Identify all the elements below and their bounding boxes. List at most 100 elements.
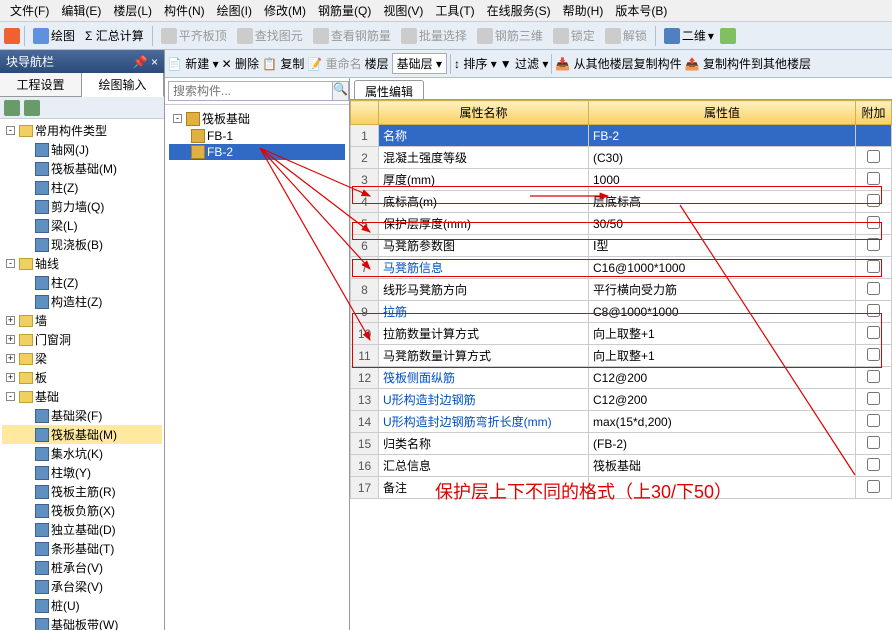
menu-item[interactable]: 编辑(E) (55, 0, 107, 21)
prop-extra[interactable] (856, 323, 892, 345)
prop-name[interactable]: 筏板侧面纵筋 (379, 367, 589, 389)
grid-row[interactable]: 2混凝土强度等级(C30) (351, 147, 892, 169)
grid-row[interactable]: 7马凳筋信息C16@1000*1000 (351, 257, 892, 279)
btn-level[interactable]: 平齐板顶 (157, 25, 231, 46)
tree-node[interactable]: 柱(Z) (2, 178, 162, 197)
expand-icon[interactable]: - (6, 259, 15, 268)
tree-node[interactable]: + 梁 (2, 349, 162, 368)
prop-value[interactable]: 平行横向受力筋 (589, 279, 856, 301)
prop-value[interactable]: 层底标高 (589, 191, 856, 213)
prop-name[interactable]: 拉筋 (379, 301, 589, 323)
icon-generic[interactable] (720, 28, 736, 44)
tree-node[interactable]: 柱墩(Y) (2, 463, 162, 482)
grid-row[interactable]: 8线形马凳筋方向平行横向受力筋 (351, 279, 892, 301)
prop-name[interactable]: 马凳筋参数图 (379, 235, 589, 257)
menu-item[interactable]: 工具(T) (429, 0, 480, 21)
tab-prop-edit[interactable]: 属性编辑 (354, 80, 424, 99)
prop-extra[interactable] (856, 125, 892, 147)
btn-3d[interactable]: 钢筋三维 (473, 25, 547, 46)
prop-value[interactable]: 向上取整+1 (589, 345, 856, 367)
tree-node[interactable]: 独立基础(D) (2, 520, 162, 539)
expand-icon[interactable]: + (6, 335, 15, 344)
tree-node[interactable]: 筏板基础(M) (2, 425, 162, 444)
grid-row[interactable]: 3厚度(mm)1000 (351, 169, 892, 191)
prop-name[interactable]: 归类名称 (379, 433, 589, 455)
instance-node[interactable]: - 筏板基础 (169, 109, 345, 128)
btn-sum[interactable]: Σ 汇总计算 (81, 25, 148, 46)
prop-value[interactable]: 30/50 (589, 213, 856, 235)
pin-icon[interactable]: 📌 × (133, 55, 158, 69)
prop-extra[interactable] (856, 367, 892, 389)
prop-extra[interactable] (856, 147, 892, 169)
prop-value[interactable]: 1000 (589, 169, 856, 191)
grid-row[interactable]: 11马凳筋数量计算方式向上取整+1 (351, 345, 892, 367)
tree-node[interactable]: 现浇板(B) (2, 235, 162, 254)
btn-copyfrom[interactable]: 📥 从其他楼层复制构件 (555, 55, 681, 72)
expand-icon[interactable]: - (173, 114, 182, 123)
menu-item[interactable]: 绘图(I) (211, 0, 258, 21)
prop-value[interactable]: C16@1000*1000 (589, 257, 856, 279)
btn-unlock[interactable]: 解锁 (601, 25, 651, 46)
prop-value[interactable]: max(15*d,200) (589, 411, 856, 433)
prop-name[interactable]: U形构造封边钢筋 (379, 389, 589, 411)
btn-copyto[interactable]: 📤 复制构件到其他楼层 (685, 55, 811, 72)
prop-value[interactable] (589, 477, 856, 499)
prop-extra[interactable] (856, 389, 892, 411)
menu-item[interactable]: 楼层(L) (107, 0, 158, 21)
prop-extra[interactable] (856, 345, 892, 367)
tree-node[interactable]: 轴网(J) (2, 140, 162, 159)
prop-value[interactable]: C12@200 (589, 367, 856, 389)
tree-node[interactable]: 筏板基础(M) (2, 159, 162, 178)
btn-del[interactable]: ✕ 删除 (222, 55, 259, 72)
search-button[interactable]: 🔍 (333, 81, 349, 101)
property-grid[interactable]: 属性名称 属性值 附加 1名称FB-22混凝土强度等级(C30)3厚度(mm)1… (350, 100, 892, 630)
btn-rebar[interactable]: 查看钢筋量 (309, 25, 395, 46)
expand-icon[interactable]: - (6, 392, 15, 401)
prop-extra[interactable] (856, 257, 892, 279)
prop-name[interactable]: 线形马凳筋方向 (379, 279, 589, 301)
prop-name[interactable]: 备注 (379, 477, 589, 499)
btn-batch[interactable]: 批量选择 (397, 25, 471, 46)
prop-name[interactable]: 保护层厚度(mm) (379, 213, 589, 235)
tree-node[interactable]: + 门窗洞 (2, 330, 162, 349)
expand-icon[interactable]: - (6, 126, 15, 135)
prop-name[interactable]: 拉筋数量计算方式 (379, 323, 589, 345)
btn-new[interactable]: 📄 新建 ▾ (167, 55, 219, 72)
tree-node[interactable]: 筏板主筋(R) (2, 482, 162, 501)
component-tree[interactable]: - 常用构件类型 轴网(J) 筏板基础(M) 柱(Z) 剪力墙(Q) 梁(L) … (0, 119, 164, 630)
menu-item[interactable]: 视图(V) (377, 0, 429, 21)
mini-icon[interactable] (24, 100, 40, 116)
instance-node[interactable]: FB-1 (169, 128, 345, 144)
grid-row[interactable]: 4底标高(m)层底标高 (351, 191, 892, 213)
prop-name[interactable]: 马凳筋数量计算方式 (379, 345, 589, 367)
tree-node[interactable]: 集水坑(K) (2, 444, 162, 463)
btn-sort[interactable]: ↕ 排序 ▾ (454, 55, 497, 72)
tree-node[interactable]: 承台梁(V) (2, 577, 162, 596)
prop-name[interactable]: 汇总信息 (379, 455, 589, 477)
btn-rename[interactable]: 📝 重命名 (307, 55, 361, 72)
prop-extra[interactable] (856, 169, 892, 191)
prop-name[interactable]: 底标高(m) (379, 191, 589, 213)
btn-filter[interactable]: ▼ 过滤 ▾ (500, 55, 549, 72)
tree-node[interactable]: - 常用构件类型 (2, 121, 162, 140)
expand-icon[interactable]: + (6, 354, 15, 363)
grid-row[interactable]: 9拉筋C8@1000*1000 (351, 301, 892, 323)
menu-item[interactable]: 在线服务(S) (481, 0, 557, 21)
tree-node[interactable]: 条形基础(T) (2, 539, 162, 558)
grid-row[interactable]: 14U形构造封边钢筋弯折长度(mm)max(15*d,200) (351, 411, 892, 433)
prop-extra[interactable] (856, 411, 892, 433)
icon-generic[interactable] (4, 28, 20, 44)
tree-node[interactable]: 构造柱(Z) (2, 292, 162, 311)
prop-extra[interactable] (856, 433, 892, 455)
grid-row[interactable]: 13U形构造封边钢筋C12@200 (351, 389, 892, 411)
prop-name[interactable]: 名称 (379, 125, 589, 147)
btn-copy[interactable]: 📋 复制 (262, 55, 304, 72)
tree-node[interactable]: 梁(L) (2, 216, 162, 235)
btn-find[interactable]: 查找图元 (233, 25, 307, 46)
mini-icon[interactable] (4, 100, 20, 116)
menu-item[interactable]: 修改(M) (258, 0, 312, 21)
tree-node[interactable]: 基础梁(F) (2, 406, 162, 425)
grid-row[interactable]: 16汇总信息筏板基础 (351, 455, 892, 477)
tree-node[interactable]: - 基础 (2, 387, 162, 406)
menu-item[interactable]: 构件(N) (158, 0, 211, 21)
